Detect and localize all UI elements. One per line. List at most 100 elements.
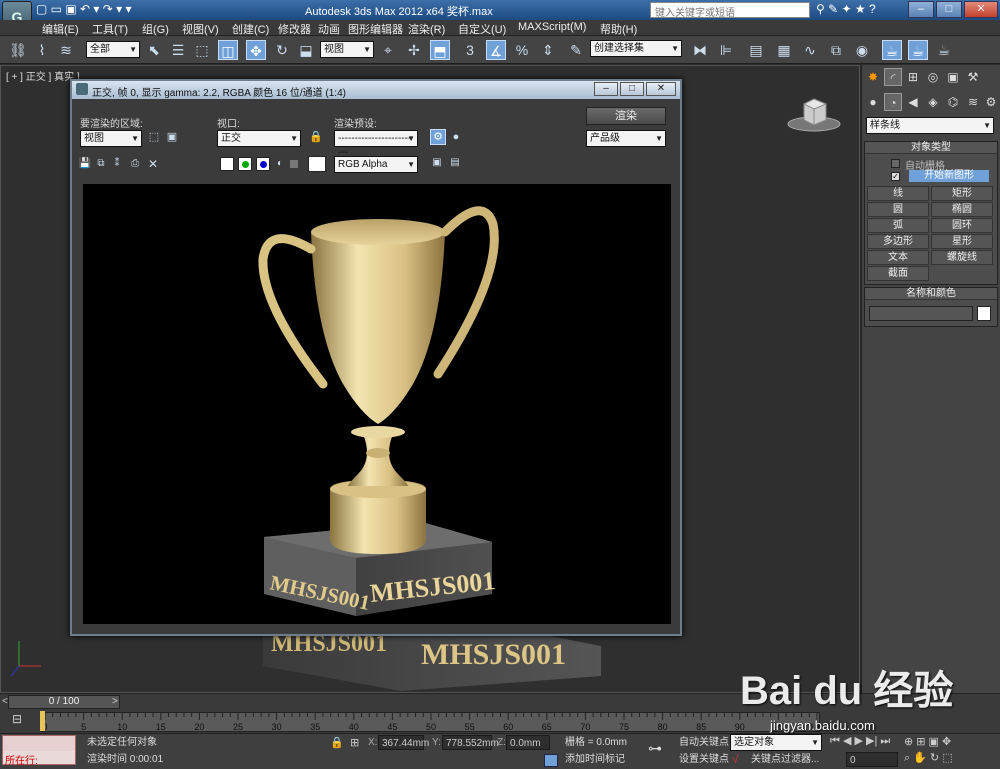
motion-tab-icon[interactable]: ◎	[924, 68, 942, 86]
display-channel-dropdown[interactable]: RGB Alpha	[334, 156, 418, 173]
add-time-tag-button[interactable]: 添加时间标记	[562, 752, 638, 767]
set-key-icon[interactable]: ⊶	[648, 740, 662, 757]
link-icon[interactable]: ⛓	[8, 40, 28, 60]
modify-tab-icon[interactable]: ◜	[884, 68, 902, 86]
utilities-tab-icon[interactable]: ⚒	[964, 68, 982, 86]
infocenter-icons[interactable]: ⚲ ✎ ✦ ★ ?	[816, 2, 876, 16]
shapes-icon[interactable]: ◔	[884, 93, 902, 111]
lock-icon[interactable]: 🔒	[308, 129, 324, 145]
menu-create[interactable]: 创建(C)	[232, 21, 269, 37]
quick-access-toolbar[interactable]: ▢ ▭ ▣ ↶ ▾ ↷ ▾ ▾	[36, 2, 132, 16]
selection-filter-dropdown[interactable]: 全部	[86, 41, 140, 58]
production-level-dropdown[interactable]: 产品级	[586, 130, 666, 147]
unlink-icon[interactable]: ⌇	[32, 40, 52, 60]
hierarchy-tab-icon[interactable]: ⊞	[904, 68, 922, 86]
star-button[interactable]: 星形	[931, 234, 993, 249]
key-filters-button[interactable]: 关键点过滤器...	[748, 752, 828, 767]
menu-customize[interactable]: 自定义(U)	[458, 21, 506, 37]
time-tag-icon[interactable]	[544, 754, 558, 767]
auto-grid-checkbox[interactable]	[891, 159, 900, 168]
menu-graph-editors[interactable]: 图形编辑器	[348, 21, 403, 37]
ngon-button[interactable]: 多边形	[867, 234, 929, 249]
y-coordinate-field[interactable]: 778.552mm	[442, 735, 499, 750]
cameras-icon[interactable]: ◈	[924, 93, 942, 111]
start-new-shape-checkbox[interactable]: ✓	[891, 172, 900, 181]
key-mode-dropdown[interactable]: 选定对象	[730, 734, 822, 751]
circle-button[interactable]: 圆	[867, 202, 929, 217]
lights-icon[interactable]: ◀	[904, 93, 922, 111]
geometry-icon[interactable]: ●	[864, 93, 882, 111]
text-button[interactable]: 文本	[867, 250, 929, 265]
clone-frame-icon[interactable]: ⧉	[94, 157, 108, 171]
menu-tools[interactable]: 工具(T)	[92, 21, 128, 37]
timeline-ruler[interactable]: 0 5 10 15 20 25 30 35 40 45 50 55 60 65 70 75 80 85 90 95 10…	[40, 712, 825, 732]
layer-manager-icon[interactable]: ▤	[746, 40, 766, 60]
start-new-shape-button[interactable]: 开始新图形	[909, 170, 989, 182]
space-warps-icon[interactable]: ≋	[964, 93, 982, 111]
render-setup-icon[interactable]: ☕	[882, 40, 902, 60]
render-frame-minimize-button[interactable]: –	[594, 82, 618, 96]
menu-modifiers[interactable]: 修改器	[278, 21, 311, 37]
environment-icon[interactable]: ●	[448, 129, 464, 145]
spinner-snap-icon[interactable]: ⇕	[538, 40, 558, 60]
select-move-icon[interactable]: ✥	[246, 40, 266, 60]
percent-snap-icon[interactable]: %	[512, 40, 532, 60]
edit-region-icon[interactable]: ⬚	[146, 129, 162, 145]
select-object-icon[interactable]: ⬉	[144, 40, 164, 60]
red-channel-icon[interactable]	[220, 157, 234, 171]
shape-category-dropdown[interactable]: 样条线	[866, 117, 994, 134]
donut-button[interactable]: 圆环	[931, 218, 993, 233]
select-manipulate-icon[interactable]: ✢	[404, 40, 424, 60]
swatch-icon[interactable]	[308, 156, 326, 172]
select-by-name-icon[interactable]: ☰	[168, 40, 188, 60]
select-rotate-icon[interactable]: ↻	[272, 40, 292, 60]
slider-prev-icon[interactable]: <	[2, 696, 8, 707]
auto-region-icon[interactable]: ▣	[164, 129, 180, 145]
name-color-header[interactable]: 名称和颜色	[865, 288, 997, 300]
section-button[interactable]: 截面	[867, 266, 929, 281]
render-frame-close-button[interactable]: ✕	[646, 82, 676, 96]
viewport-label[interactable]: [ + ] 正交 ] 真实 ]	[6, 68, 80, 83]
display-tab-icon[interactable]: ▣	[944, 68, 962, 86]
menu-views[interactable]: 视图(V)	[182, 21, 219, 37]
snaps-toggle-icon[interactable]: 3	[460, 40, 480, 60]
object-color-swatch[interactable]	[977, 306, 991, 321]
set-key-button[interactable]: 设置关键点	[676, 752, 729, 767]
graphite-ribbon-icon[interactable]: ▦	[774, 40, 794, 60]
render-button[interactable]: 渲染	[586, 107, 666, 125]
render-preset-dropdown[interactable]: -------------------------	[334, 130, 418, 158]
selection-region-icon[interactable]: ⬚	[192, 40, 212, 60]
menu-group[interactable]: 组(G)	[142, 21, 169, 37]
reference-coordinate-dropdown[interactable]: 视图	[320, 41, 374, 58]
align-icon[interactable]: ⊫	[716, 40, 736, 60]
create-tab-icon[interactable]: ✸	[864, 68, 882, 86]
mini-curve-editor-icon[interactable]: ⊟	[8, 712, 26, 730]
systems-icon[interactable]: ⚙	[982, 93, 1000, 111]
menu-maxscript[interactable]: MAXScript(M)	[518, 21, 586, 33]
helpers-icon[interactable]: ⌬	[944, 93, 962, 111]
auto-key-button[interactable]: 自动关键点	[676, 735, 729, 750]
selection-lock-icon[interactable]: 🔒	[330, 736, 344, 749]
named-selection-dropdown[interactable]: 创建选择集	[590, 40, 682, 57]
object-name-field[interactable]	[869, 306, 973, 321]
object-type-header[interactable]: 对象类型	[865, 142, 997, 154]
maximize-button[interactable]: □	[936, 1, 962, 18]
search-input[interactable]: 键入关键字或短语	[650, 2, 810, 19]
line-button[interactable]: 线	[867, 186, 929, 201]
material-editor-icon[interactable]: ◉	[852, 40, 872, 60]
blue-channel-icon[interactable]	[256, 157, 270, 171]
rendered-frame-window[interactable]: 正交, 帧 0, 显示 gamma: 2.2, RGBA 颜色 16 位/通道 …	[70, 79, 682, 636]
green-channel-icon[interactable]	[238, 157, 252, 171]
create-sequence-icon[interactable]: ⁑	[110, 157, 124, 171]
toggle-ui-overlay-icon[interactable]: ▣	[430, 156, 444, 170]
render-production-icon[interactable]: ☕	[934, 40, 954, 60]
keyboard-shortcut-override-icon[interactable]: ⬒	[430, 40, 450, 60]
monochrome-icon[interactable]	[290, 160, 298, 168]
menu-help[interactable]: 帮助(H)	[600, 21, 637, 37]
toggle-ui-icon[interactable]: ▤	[448, 156, 462, 170]
viewport-select-dropdown[interactable]: 正交	[217, 130, 301, 147]
maxscript-listener[interactable]: 所在行:	[2, 735, 76, 767]
helix-button[interactable]: 螺旋线	[931, 250, 993, 265]
close-button[interactable]: ✕	[964, 1, 998, 18]
menu-animation[interactable]: 动画	[318, 21, 340, 37]
